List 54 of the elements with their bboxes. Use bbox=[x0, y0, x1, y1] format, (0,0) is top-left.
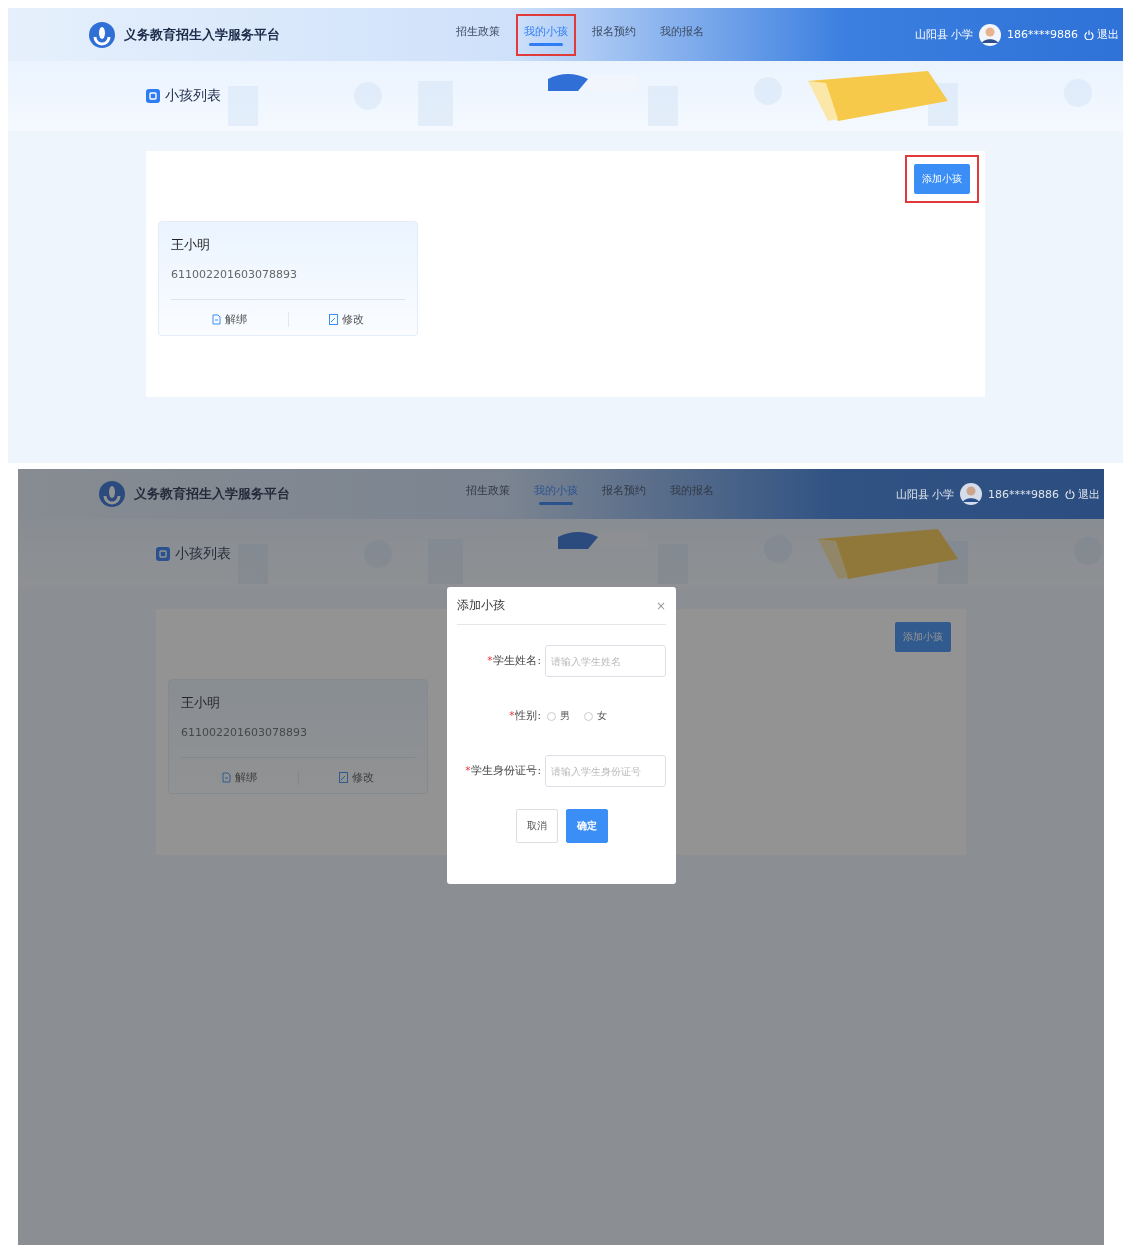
input-field[interactable]: 请输入学生姓名 bbox=[545, 645, 666, 677]
document-icon bbox=[211, 314, 221, 325]
close-button[interactable]: × bbox=[655, 598, 666, 613]
add-child-button[interactable]: 添加小孩 bbox=[886, 613, 960, 661]
field-label: 性别: bbox=[515, 709, 541, 723]
list-icon bbox=[156, 547, 170, 561]
field-label: 学生姓名: bbox=[493, 654, 541, 668]
radio-option[interactable]: 男 bbox=[547, 709, 570, 723]
add-child-button[interactable]: 添加小孩 bbox=[905, 155, 979, 203]
edit-icon bbox=[339, 772, 349, 783]
nav-tab[interactable]: 报名预约 bbox=[584, 13, 644, 56]
power-icon bbox=[1084, 29, 1094, 40]
phone-number: 186****9886 bbox=[988, 487, 1059, 501]
nav-tab[interactable]: 招生政策 bbox=[458, 473, 518, 515]
unbind-link[interactable]: 解绑 bbox=[171, 312, 288, 327]
field-label: 学生身份证号: bbox=[471, 764, 541, 778]
edit-icon bbox=[329, 314, 339, 325]
child-name: 王小明 bbox=[171, 236, 211, 254]
radio-option[interactable]: 女 bbox=[584, 709, 607, 723]
nav-tab[interactable]: 我的报名 bbox=[652, 13, 712, 56]
site-title: 义务教育招生入学服务平台 bbox=[134, 485, 290, 503]
site-title: 义务教育招生入学服务平台 bbox=[124, 25, 280, 44]
page-title: 小孩列表 bbox=[175, 545, 231, 563]
required-mark: * bbox=[465, 764, 471, 778]
edit-link[interactable]: 修改 bbox=[287, 312, 405, 327]
required-mark: * bbox=[487, 654, 493, 668]
phone-number: 186****9886 bbox=[1007, 28, 1078, 41]
input-field[interactable]: 请输入学生身份证号 bbox=[545, 755, 666, 787]
list-icon bbox=[146, 89, 160, 103]
logout-link[interactable]: 退出 bbox=[1084, 27, 1119, 42]
document-icon bbox=[221, 772, 231, 783]
nav-tab[interactable]: 报名预约 bbox=[594, 473, 654, 515]
required-mark: * bbox=[509, 709, 515, 723]
id-number: 611002201603078893 bbox=[181, 726, 308, 739]
logo-icon bbox=[88, 20, 116, 49]
confirm-button[interactable]: 确定 bbox=[565, 809, 608, 843]
school-name: 山阳县 小学 bbox=[895, 486, 954, 502]
school-name: 山阳县 小学 bbox=[914, 27, 973, 42]
edit-link[interactable]: 修改 bbox=[297, 770, 415, 785]
id-number: 611002201603078893 bbox=[171, 268, 298, 281]
logo-icon bbox=[98, 480, 126, 508]
nav-tab[interactable]: 招生政策 bbox=[448, 13, 508, 56]
cancel-button[interactable]: 取消 bbox=[515, 809, 558, 843]
avatar-icon[interactable] bbox=[960, 483, 982, 505]
nav-tab[interactable]: 我的小孩 bbox=[526, 473, 586, 515]
dialog-title: 添加小孩 bbox=[457, 597, 505, 614]
nav-tab[interactable]: 我的报名 bbox=[662, 473, 722, 515]
unbind-link[interactable]: 解绑 bbox=[181, 770, 298, 785]
page-title: 小孩列表 bbox=[165, 87, 221, 105]
logout-link[interactable]: 退出 bbox=[1065, 486, 1100, 502]
avatar-icon[interactable] bbox=[979, 23, 1001, 46]
power-icon bbox=[1065, 489, 1075, 499]
nav-tab[interactable]: 我的小孩 bbox=[516, 13, 576, 56]
child-name: 王小明 bbox=[181, 694, 221, 712]
